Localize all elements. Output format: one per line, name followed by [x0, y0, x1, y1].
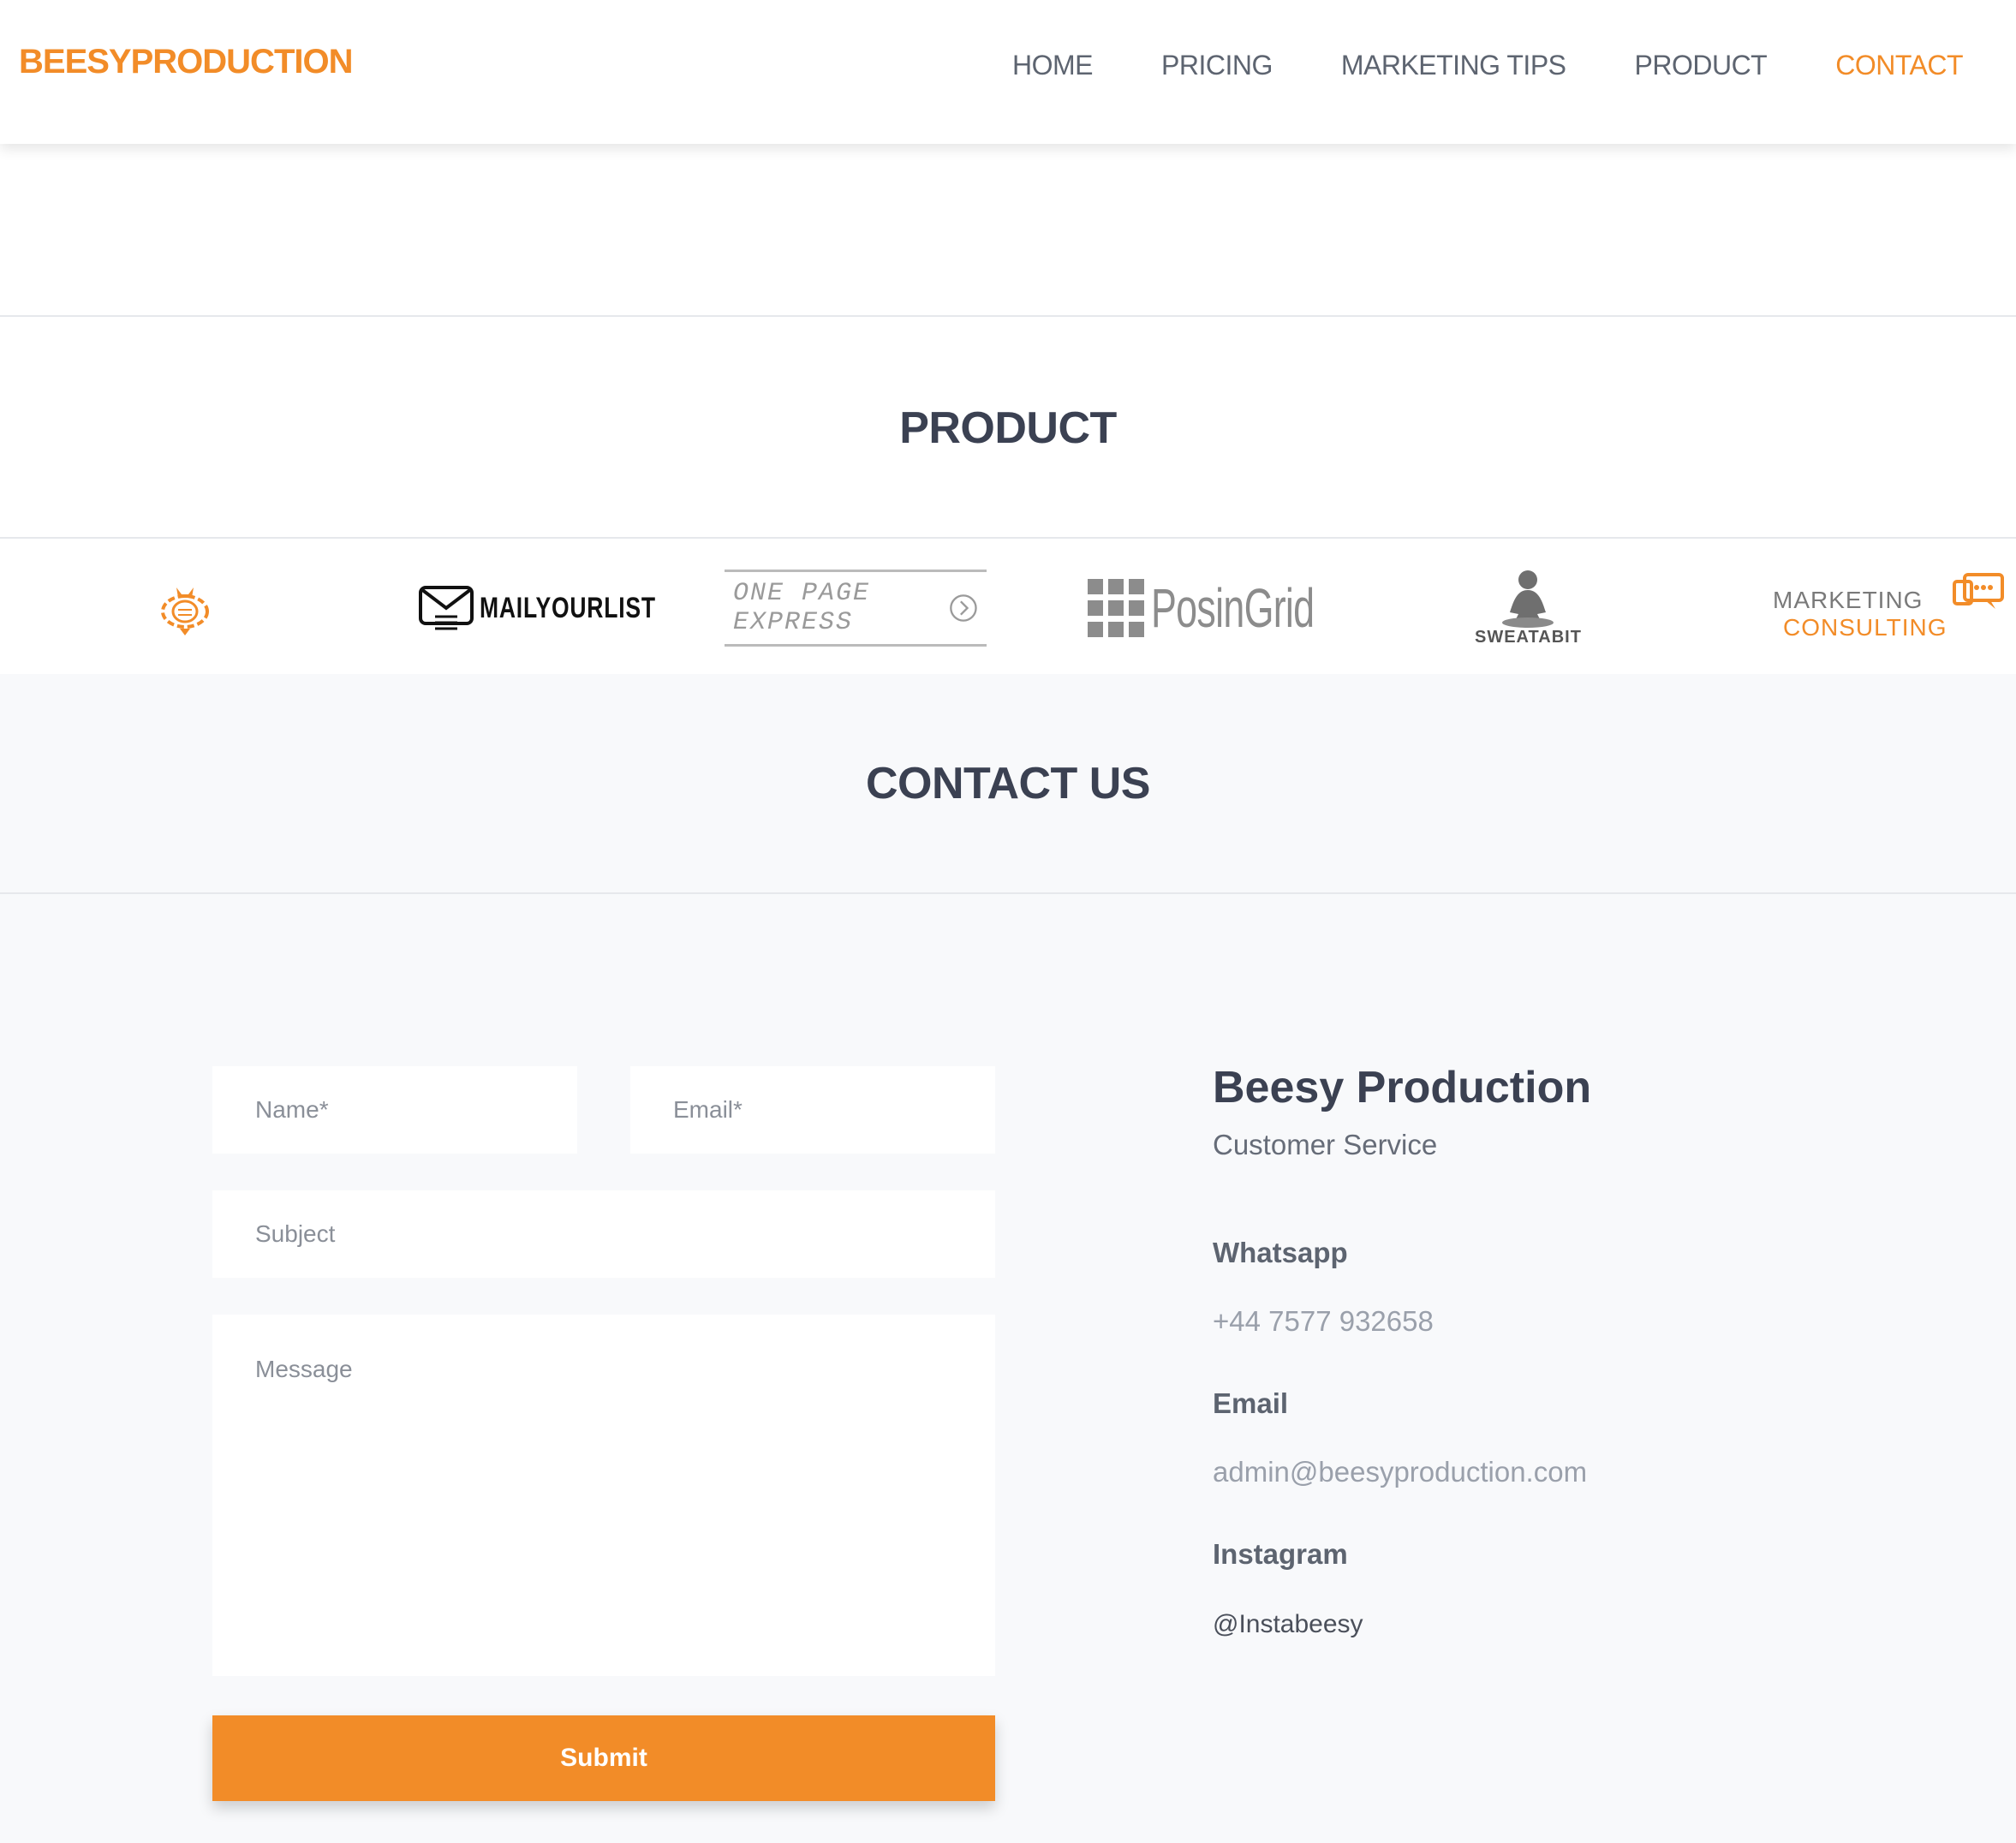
sweatabit-logo[interactable]: SWEATABIT: [1475, 557, 1582, 659]
consulting-text: CONSULTING: [1783, 614, 1947, 641]
company-name: Beesy Production: [1213, 1063, 1592, 1112]
submit-button[interactable]: Submit: [212, 1715, 995, 1801]
instagram-value[interactable]: @Instabeesy: [1213, 1610, 1363, 1639]
brand-logo[interactable]: BEESYPRODUCTION: [19, 43, 353, 81]
contact-section-title: CONTACT US: [865, 759, 1151, 808]
nav-pricing[interactable]: PRICING: [1161, 50, 1273, 81]
whatsapp-value[interactable]: +44 7577 932658: [1213, 1305, 1434, 1338]
nav-contact[interactable]: CONTACT: [1835, 50, 1963, 81]
main-nav: HOME PRICING MARKETING TIPS PRODUCT CONT…: [944, 50, 1964, 81]
marketing-consulting-logo[interactable]: MARKETING CONSULTING: [1773, 557, 2006, 659]
nav-product[interactable]: PRODUCT: [1635, 50, 1768, 81]
envelope-icon: [419, 586, 474, 630]
message-field[interactable]: [212, 1315, 995, 1676]
email-field[interactable]: [630, 1066, 995, 1154]
department-name: Customer Service: [1213, 1129, 1438, 1160]
whatsapp-label: Whatsapp: [1213, 1237, 1348, 1268]
email-value[interactable]: admin@beesyproduction.com: [1213, 1456, 1587, 1488]
sweatabit-text: SWEATABIT: [1475, 627, 1582, 647]
mailyourlist-text: MAILYOURLIST: [480, 591, 656, 624]
email-label: Email: [1213, 1387, 1289, 1419]
site-header: BEESYPRODUCTION HOME PRICING MARKETING T…: [0, 0, 2016, 144]
one-page-express-text: ONE PAGE EXPRESS: [733, 579, 871, 637]
bee-logo[interactable]: [154, 557, 223, 659]
bee-icon: [161, 587, 209, 635]
product-logos-strip: MAILYOURLIST ONE PAGE EXPRESS PosinGrid: [0, 540, 2016, 674]
name-field[interactable]: [212, 1066, 577, 1154]
marketing-text: MARKETING: [1773, 587, 1924, 613]
subject-field[interactable]: [212, 1190, 995, 1278]
instagram-label: Instagram: [1213, 1538, 1348, 1570]
nav-marketing-tips[interactable]: MARKETING TIPS: [1341, 50, 1566, 81]
chat-bubbles-icon: [1952, 573, 2004, 609]
mailyourlist-logo[interactable]: MAILYOURLIST: [418, 557, 706, 659]
meditation-person-icon: [1502, 570, 1554, 628]
one-page-express-logo[interactable]: ONE PAGE EXPRESS: [725, 557, 987, 659]
divider: [0, 892, 2016, 894]
grid-icon: [1088, 579, 1144, 637]
posingrid-logo[interactable]: PosinGrid: [1086, 557, 1384, 659]
chevron-right-circle-icon: [950, 594, 977, 622]
divider: [0, 315, 2016, 317]
product-section-title: PRODUCT: [899, 403, 1117, 453]
divider: [0, 537, 2016, 539]
posingrid-text: PosinGrid: [1151, 577, 1315, 639]
nav-home[interactable]: HOME: [1012, 50, 1094, 81]
